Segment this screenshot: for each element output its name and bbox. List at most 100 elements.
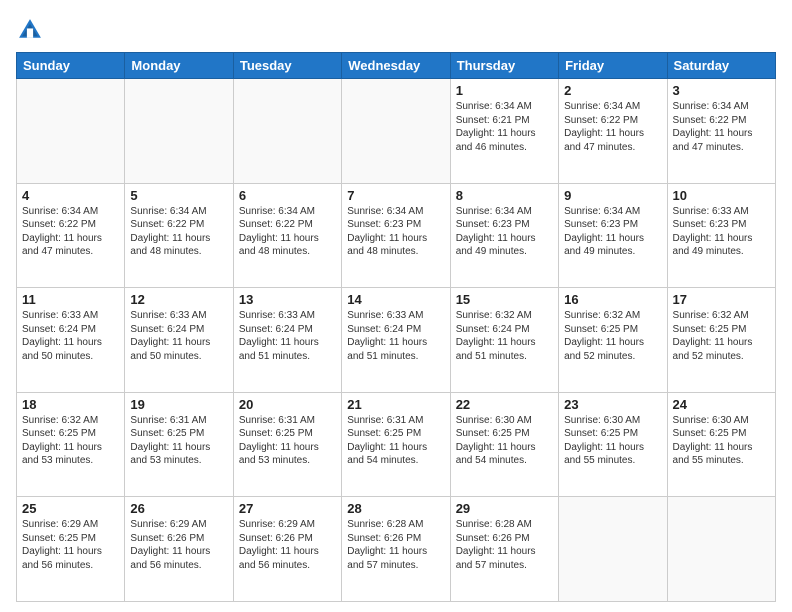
day-number: 29 xyxy=(456,501,553,516)
day-number: 17 xyxy=(673,292,770,307)
day-info: Sunrise: 6:31 AM Sunset: 6:25 PM Dayligh… xyxy=(347,414,444,468)
day-info: Sunrise: 6:34 AM Sunset: 6:22 PM Dayligh… xyxy=(130,205,227,259)
calendar-week-row: 11 Sunrise: 6:33 AM Sunset: 6:24 PM Dayli… xyxy=(17,288,776,393)
calendar-cell xyxy=(667,497,775,602)
day-number: 21 xyxy=(347,397,444,412)
calendar-cell: 17 Sunrise: 6:32 AM Sunset: 6:25 PM Dayli… xyxy=(667,288,775,393)
day-number: 1 xyxy=(456,83,553,98)
day-number: 25 xyxy=(22,501,119,516)
day-info: Sunrise: 6:33 AM Sunset: 6:24 PM Dayligh… xyxy=(22,309,119,363)
calendar-cell: 6 Sunrise: 6:34 AM Sunset: 6:22 PM Daylig… xyxy=(233,183,341,288)
day-info: Sunrise: 6:28 AM Sunset: 6:26 PM Dayligh… xyxy=(347,518,444,572)
calendar-cell: 28Sunrise: 6:28 AM Sunset: 6:26 PM Dayli… xyxy=(342,497,450,602)
day-number: 18 xyxy=(22,397,119,412)
calendar-cell: 22 Sunrise: 6:30 AM Sunset: 6:25 PM Dayli… xyxy=(450,392,558,497)
logo-icon xyxy=(16,16,44,44)
day-number: 13 xyxy=(239,292,336,307)
day-number: 4 xyxy=(22,188,119,203)
calendar-cell: 19 Sunrise: 6:31 AM Sunset: 6:25 PM Dayli… xyxy=(125,392,233,497)
calendar-cell xyxy=(17,79,125,184)
day-info: Sunrise: 6:33 AM Sunset: 6:24 PM Dayligh… xyxy=(239,309,336,363)
calendar-cell: 5 Sunrise: 6:34 AM Sunset: 6:22 PM Daylig… xyxy=(125,183,233,288)
day-info: Sunrise: 6:30 AM Sunset: 6:25 PM Dayligh… xyxy=(564,414,661,468)
day-info: Sunrise: 6:34 AM Sunset: 6:22 PM Dayligh… xyxy=(239,205,336,259)
day-number: 12 xyxy=(130,292,227,307)
day-info: Sunrise: 6:29 AM Sunset: 6:26 PM Dayligh… xyxy=(239,518,336,572)
day-info: Sunrise: 6:29 AM Sunset: 6:26 PM Dayligh… xyxy=(130,518,227,572)
calendar-cell: 9 Sunrise: 6:34 AM Sunset: 6:23 PM Daylig… xyxy=(559,183,667,288)
calendar-day-header: Tuesday xyxy=(233,53,341,79)
calendar-cell: 11 Sunrise: 6:33 AM Sunset: 6:24 PM Dayli… xyxy=(17,288,125,393)
calendar-day-header: Wednesday xyxy=(342,53,450,79)
day-info: Sunrise: 6:33 AM Sunset: 6:24 PM Dayligh… xyxy=(130,309,227,363)
calendar-day-header: Thursday xyxy=(450,53,558,79)
day-number: 2 xyxy=(564,83,661,98)
day-number: 19 xyxy=(130,397,227,412)
day-info: Sunrise: 6:34 AM Sunset: 6:23 PM Dayligh… xyxy=(564,205,661,259)
calendar-cell: 14 Sunrise: 6:33 AM Sunset: 6:24 PM Dayli… xyxy=(342,288,450,393)
calendar-cell: 15 Sunrise: 6:32 AM Sunset: 6:24 PM Dayli… xyxy=(450,288,558,393)
day-number: 9 xyxy=(564,188,661,203)
day-number: 11 xyxy=(22,292,119,307)
calendar-cell xyxy=(233,79,341,184)
day-number: 5 xyxy=(130,188,227,203)
day-number: 20 xyxy=(239,397,336,412)
calendar-cell xyxy=(342,79,450,184)
day-number: 24 xyxy=(673,397,770,412)
calendar-cell: 4Sunrise: 6:34 AM Sunset: 6:22 PM Daylig… xyxy=(17,183,125,288)
day-info: Sunrise: 6:34 AM Sunset: 6:22 PM Dayligh… xyxy=(564,100,661,154)
day-info: Sunrise: 6:32 AM Sunset: 6:25 PM Dayligh… xyxy=(22,414,119,468)
calendar-cell: 1Sunrise: 6:34 AM Sunset: 6:21 PM Daylig… xyxy=(450,79,558,184)
calendar-cell: 16Sunrise: 6:32 AM Sunset: 6:25 PM Dayli… xyxy=(559,288,667,393)
calendar-cell: 25 Sunrise: 6:29 AM Sunset: 6:25 PM Dayli… xyxy=(17,497,125,602)
calendar-cell: 27 Sunrise: 6:29 AM Sunset: 6:26 PM Dayli… xyxy=(233,497,341,602)
calendar-cell: 12 Sunrise: 6:33 AM Sunset: 6:24 PM Dayli… xyxy=(125,288,233,393)
calendar-day-header: Monday xyxy=(125,53,233,79)
day-number: 8 xyxy=(456,188,553,203)
calendar-cell: 20 Sunrise: 6:31 AM Sunset: 6:25 PM Dayli… xyxy=(233,392,341,497)
day-number: 22 xyxy=(456,397,553,412)
day-info: Sunrise: 6:31 AM Sunset: 6:25 PM Dayligh… xyxy=(239,414,336,468)
calendar-cell: 26Sunrise: 6:29 AM Sunset: 6:26 PM Dayli… xyxy=(125,497,233,602)
day-info: Sunrise: 6:33 AM Sunset: 6:24 PM Dayligh… xyxy=(347,309,444,363)
calendar-table: SundayMondayTuesdayWednesdayThursdayFrid… xyxy=(16,52,776,602)
day-info: Sunrise: 6:32 AM Sunset: 6:24 PM Dayligh… xyxy=(456,309,553,363)
calendar-cell: 29 Sunrise: 6:28 AM Sunset: 6:26 PM Dayli… xyxy=(450,497,558,602)
day-info: Sunrise: 6:32 AM Sunset: 6:25 PM Dayligh… xyxy=(673,309,770,363)
day-number: 15 xyxy=(456,292,553,307)
day-number: 14 xyxy=(347,292,444,307)
calendar-week-row: 4 Sunrise: 6:34 AM Sunset: 6:22 PM Daylig… xyxy=(17,183,776,288)
day-number: 10 xyxy=(673,188,770,203)
day-info: Sunrise: 6:31 AM Sunset: 6:25 PM Dayligh… xyxy=(130,414,227,468)
calendar-cell: 8 Sunrise: 6:34 AM Sunset: 6:23 PM Daylig… xyxy=(450,183,558,288)
day-info: Sunrise: 6:34 AM Sunset: 6:23 PM Dayligh… xyxy=(456,205,553,259)
calendar-week-row: 18 Sunrise: 6:32 AM Sunset: 6:25 PM Dayli… xyxy=(17,392,776,497)
day-number: 23 xyxy=(564,397,661,412)
calendar-header-row: SundayMondayTuesdayWednesdayThursdayFrid… xyxy=(17,53,776,79)
calendar-cell: 3 Sunrise: 6:34 AM Sunset: 6:22 PM Daylig… xyxy=(667,79,775,184)
calendar-cell: 23 Sunrise: 6:30 AM Sunset: 6:25 PM Dayli… xyxy=(559,392,667,497)
day-number: 16 xyxy=(564,292,661,307)
day-number: 3 xyxy=(673,83,770,98)
calendar-cell xyxy=(559,497,667,602)
day-number: 7 xyxy=(347,188,444,203)
day-info: Sunrise: 6:29 AM Sunset: 6:25 PM Dayligh… xyxy=(22,518,119,572)
day-info: Sunrise: 6:34 AM Sunset: 6:23 PM Dayligh… xyxy=(347,205,444,259)
calendar-cell: 18 Sunrise: 6:32 AM Sunset: 6:25 PM Dayli… xyxy=(17,392,125,497)
day-number: 6 xyxy=(239,188,336,203)
logo xyxy=(16,16,48,44)
calendar-cell: 13 Sunrise: 6:33 AM Sunset: 6:24 PM Dayli… xyxy=(233,288,341,393)
calendar-cell: 24 Sunrise: 6:30 AM Sunset: 6:25 PM Dayli… xyxy=(667,392,775,497)
calendar-week-row: 1Sunrise: 6:34 AM Sunset: 6:21 PM Daylig… xyxy=(17,79,776,184)
calendar-day-header: Saturday xyxy=(667,53,775,79)
header xyxy=(16,16,776,44)
day-info: Sunrise: 6:33 AM Sunset: 6:23 PM Dayligh… xyxy=(673,205,770,259)
calendar-week-row: 25 Sunrise: 6:29 AM Sunset: 6:25 PM Dayli… xyxy=(17,497,776,602)
calendar-cell: 2 Sunrise: 6:34 AM Sunset: 6:22 PM Daylig… xyxy=(559,79,667,184)
day-info: Sunrise: 6:30 AM Sunset: 6:25 PM Dayligh… xyxy=(456,414,553,468)
day-number: 27 xyxy=(239,501,336,516)
day-info: Sunrise: 6:34 AM Sunset: 6:22 PM Dayligh… xyxy=(673,100,770,154)
day-info: Sunrise: 6:30 AM Sunset: 6:25 PM Dayligh… xyxy=(673,414,770,468)
day-info: Sunrise: 6:28 AM Sunset: 6:26 PM Dayligh… xyxy=(456,518,553,572)
page: SundayMondayTuesdayWednesdayThursdayFrid… xyxy=(0,0,792,612)
